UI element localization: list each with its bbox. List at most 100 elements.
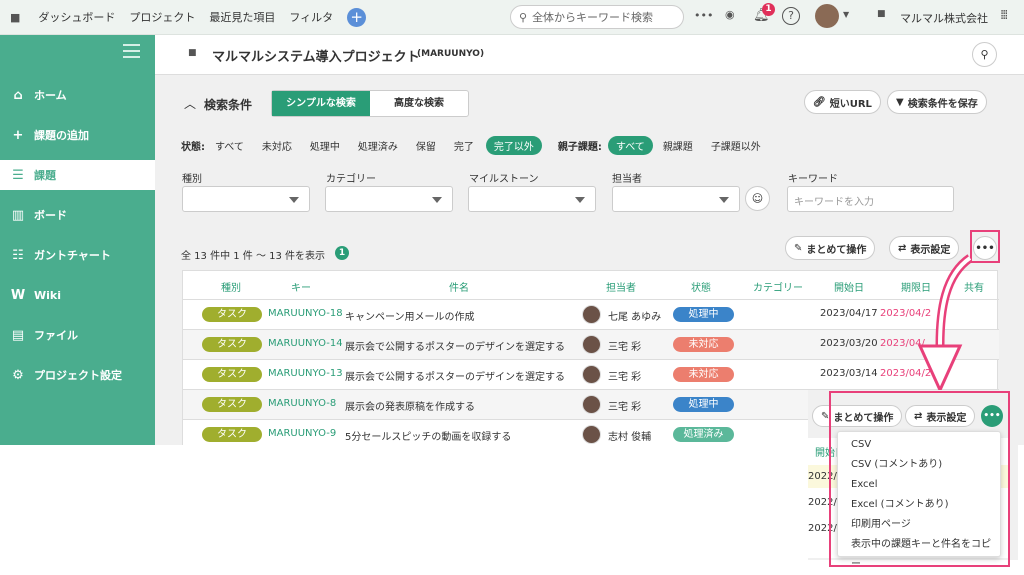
watch-icon[interactable]: ◉ [725,8,735,21]
company-name[interactable]: マルマル株式会社 [900,10,988,26]
global-search[interactable]: ⚲ 全体からキーワード検索 [510,5,684,29]
page-number[interactable]: 1 [335,246,349,260]
project-title[interactable]: マルマルシステム導入プロジェクト [212,46,420,65]
issue-subject[interactable]: 展示会で公開するポスターのデザインを選定する [345,368,565,383]
type-badge: タスク [202,367,262,382]
header-type[interactable]: 種別 [221,279,241,294]
assignee-name: 三宅 彩 [608,342,642,353]
briefcase-icon: ■ [10,10,21,24]
assignee-avatar [582,395,601,414]
gear-icon: ⚙ [12,367,24,383]
sidebar-item-wiki[interactable]: W Wiki [0,280,155,310]
sidebar-item-home[interactable]: ⌂ ホーム [0,80,155,110]
sidebar-item-board[interactable]: ▥ ボード [0,200,155,230]
wiki-icon: W [10,287,26,303]
issue-subject[interactable]: キャンペーン用メールの作成 [345,308,475,323]
issue-key-link[interactable]: MARUUNYO-14 [268,338,343,349]
table-row[interactable]: タスク MARUUNYO-13 展示会で公開するポスターのデザインを選定する 三… [183,359,999,389]
save-conditions-button[interactable]: ▼ 検索条件を保存 [887,90,987,114]
status-open[interactable]: 未対応 [262,138,292,153]
more-icon[interactable]: ••• [694,9,713,22]
notification-badge: 1 [762,3,775,16]
myself-button[interactable]: ☺ [745,186,770,211]
category-select[interactable] [325,186,453,212]
tab-simple-search[interactable]: シンプルな検索 [272,91,370,116]
nav-recent[interactable]: 最近見た項目 [209,9,275,25]
add-button[interactable]: + [347,7,367,27]
search-conditions-title: 検索条件 [204,98,253,112]
header-key[interactable]: キー [291,279,311,294]
header-assignee[interactable]: 担当者 [606,279,636,294]
status-all[interactable]: すべて [215,138,244,153]
issue-subject[interactable]: 5分セールスピッチの動画を収録する [345,428,511,443]
sidebar-item-gantt[interactable]: ☷ ガントチャート [0,240,155,270]
assignee-name: 三宅 彩 [608,372,642,383]
status-resolved[interactable]: 処理済み [358,138,398,153]
status-badge: 処理済み [673,427,734,442]
parent-no-child[interactable]: 子課題以外 [711,138,761,153]
board-icon: ▥ [11,207,25,223]
parent-only[interactable]: 親課題 [663,138,693,153]
status-in-progress[interactable]: 処理中 [310,138,340,153]
type-select[interactable] [182,186,310,212]
assignee-avatar [582,305,601,324]
category-label: カテゴリー [326,174,376,185]
highlight-box [829,391,1010,567]
table-row[interactable]: タスク MARUUNYO-18 キャンペーン用メールの作成 七尾 あゆみ 処理中… [183,299,999,329]
header-status[interactable]: 状態 [691,279,711,294]
issue-key-link[interactable]: MARUUNYO-8 [268,398,336,409]
sidebar-item-settings[interactable]: ⚙ プロジェクト設定 [0,360,155,390]
sidebar-item-issues[interactable]: ☰ 課題 [0,160,155,190]
briefcase-icon: ■ [188,48,197,58]
list-icon: ☰ [12,167,24,183]
milestone-select[interactable] [468,186,596,212]
apps-grid-icon[interactable]: ⁞⁞⁞ [1000,8,1009,23]
table-row[interactable]: タスク MARUUNYO-14 展示会で公開するポスターのデザインを選定する 三… [183,329,999,359]
file-icon: ▤ [11,327,25,343]
header-subject[interactable]: 件名 [449,279,469,294]
header-category[interactable]: カテゴリー [753,279,803,294]
issue-key-link[interactable]: MARUUNYO-9 [268,428,336,439]
status-badge: 処理中 [673,397,734,412]
keyword-label: キーワード [788,174,838,185]
help-icon[interactable]: ? [782,7,800,25]
parent-all[interactable]: すべて [607,136,653,155]
menu-toggle-icon[interactable] [123,44,140,58]
start-date: 2023/03/14 [820,368,878,379]
nav-dashboard[interactable]: ダッシュボード [38,9,115,25]
sidebar-item-add-issue[interactable]: + 課題の追加 [0,120,155,150]
sidebar: ⌂ ホーム + 課題の追加 ☰ 課題 ▥ ボード ☷ ガントチャート W Wiki ▤ ファイ… [0,35,155,445]
issue-key-link[interactable]: MARUUNYO-13 [268,368,343,379]
status-pending[interactable]: 保留 [416,138,436,153]
assignee-select[interactable] [612,186,740,212]
assignee-avatar [582,335,601,354]
type-label: 種別 [182,174,202,185]
short-url-button[interactable]: 🔗︎ 短いURL [804,90,881,114]
status-filter: 状態: すべて 未対応 処理中 処理済み 保留 完了 完了以外 親子課題: すべ… [181,136,761,155]
sidebar-item-files[interactable]: ▤ ファイル [0,320,155,350]
status-badge: 未対応 [673,367,734,382]
header-start-date[interactable]: 開始日 [834,279,864,294]
assignee-avatar [582,425,601,444]
assignee-name: 七尾 あゆみ [608,312,662,323]
issue-subject[interactable]: 展示会で公開するポスターのデザインを選定する [345,338,565,353]
issue-key-link[interactable]: MARUUNYO-18 [268,308,343,319]
status-closed[interactable]: 完了 [454,138,474,153]
search-mode-tabs: シンプルな検索 高度な検索 [271,90,469,117]
chevron-down-icon[interactable]: ▼ [843,10,849,19]
nav-projects[interactable]: プロジェクト [129,9,195,25]
avatar[interactable] [815,4,839,28]
milestone-label: マイルストーン [469,174,539,185]
collapse-chevron-icon[interactable]: ︿ [184,95,196,112]
bulk-edit-button[interactable]: ✎ まとめて操作 [785,236,876,260]
issue-subject[interactable]: 展示会の発表原稿を作成する [345,398,475,413]
top-bar: ■ ダッシュボード プロジェクト 最近見た項目 フィルタ + ⚲ 全体からキーワー… [0,0,1024,35]
status-not-closed[interactable]: 完了以外 [485,136,542,155]
type-badge: タスク [202,397,262,412]
tab-advanced-search[interactable]: 高度な検索 [370,91,468,116]
status-badge: 処理中 [673,307,734,322]
nav-filter[interactable]: フィルタ [289,9,333,25]
keyword-input[interactable]: キーワードを入力 [787,186,954,212]
callout-arrow-icon [917,254,973,394]
search-icon[interactable]: ⚲ [972,42,997,67]
